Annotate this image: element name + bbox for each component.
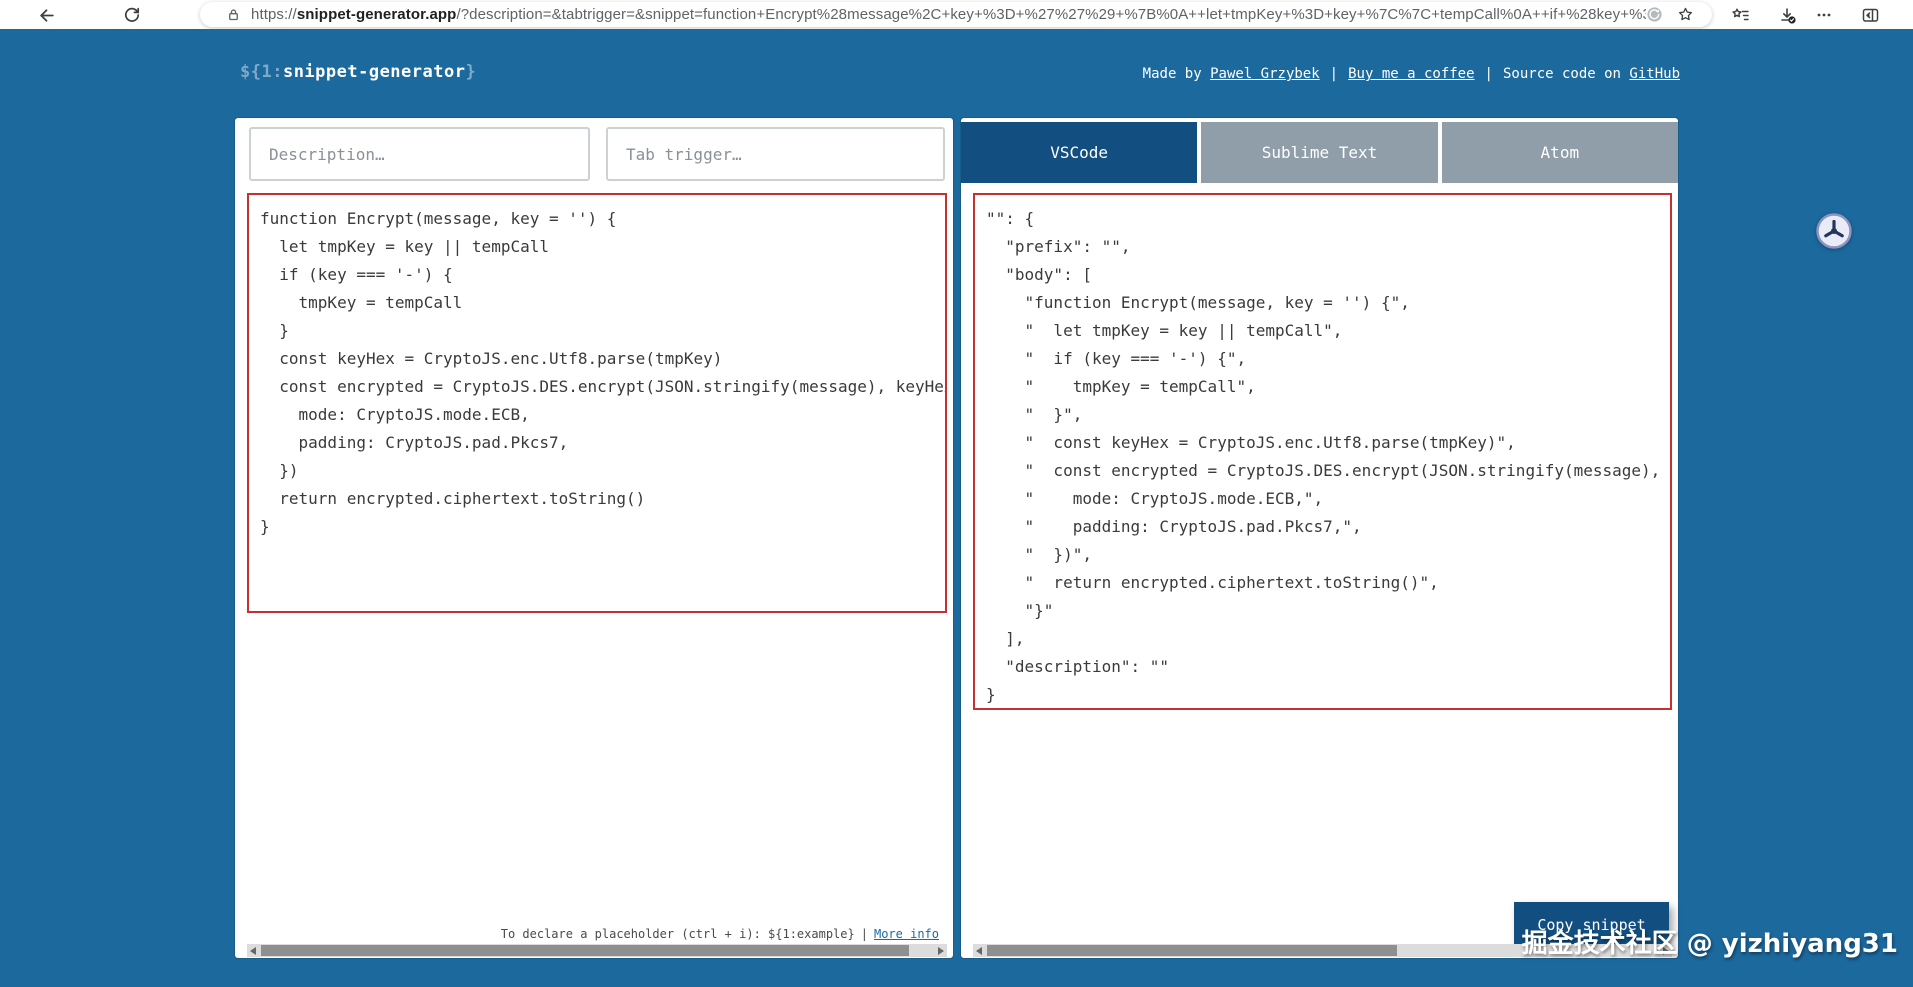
author-link[interactable]: Pawel Grzybek [1210,66,1320,82]
header-links: Made by Pawel Grzybek | Buy me a coffee | So… [1143,66,1680,82]
favorites-bar-icon[interactable] [1728,3,1752,27]
sidebar-icon[interactable] [1858,3,1882,27]
floating-widget-button[interactable] [1815,212,1853,250]
coffee-link[interactable]: Buy me a coffee [1348,66,1474,82]
title-suffix: } [465,62,477,82]
snippet-output-box[interactable]: "": { "prefix": "", "body": [ "function … [973,193,1672,710]
tab-vscode[interactable]: VSCode [961,122,1198,183]
snippet-input-panel: function Encrypt(message, key = '') { le… [235,118,953,958]
horizontal-scrollbar[interactable] [247,944,947,957]
address-bar[interactable]: https://snippet-generator.app/?descripti… [200,2,1712,27]
snippet-output-text: "": { "prefix": "", "body": [ "function … [986,209,1670,704]
page-background: ${1:snippet-generator} Made by Pawel Grz… [0,29,1913,987]
page-title: ${1:snippet-generator} [240,62,476,82]
snippet-code-textarea[interactable]: function Encrypt(message, key = '') { le… [247,193,947,613]
extension-icon[interactable] [1646,6,1663,23]
title-name: snippet-generator [282,62,466,82]
made-by-text: Made by [1142,66,1211,82]
scroll-left-arrow-icon[interactable] [250,947,256,955]
editor-tabs: VSCode Sublime Text Atom [961,122,1678,183]
more-options-icon[interactable] [1812,3,1836,27]
tab-trigger-input[interactable] [606,127,945,181]
more-info-link[interactable]: More info [874,927,939,941]
scroll-left-arrow-icon[interactable] [976,947,982,955]
separator: | [1484,66,1493,82]
scrollbar-thumb[interactable] [987,945,1397,956]
scrollbar-thumb[interactable] [261,945,909,956]
separator: | [860,927,868,941]
scroll-right-arrow-icon[interactable] [938,947,944,955]
description-input[interactable] [249,127,590,181]
browser-window: https://snippet-generator.app/?descripti… [0,0,1913,987]
snippet-code-text: function Encrypt(message, key = '') { le… [260,209,945,536]
hint-text: To declare a placeholder (ctrl + i): ${1… [500,927,855,941]
tab-sublime-text[interactable]: Sublime Text [1201,122,1438,183]
snippet-output-panel: VSCode Sublime Text Atom "": { "prefix":… [961,118,1678,958]
url-text: https://snippet-generator.app/?descripti… [251,6,1646,23]
source-text: Source code on [1502,66,1630,82]
title-prefix: ${1: [240,62,283,82]
github-link[interactable]: GitHub [1629,66,1680,82]
watermark: 掘金技术社区 @ yizhiyang31 [1521,929,1898,959]
back-icon[interactable] [34,3,58,27]
download-icon[interactable] [1775,3,1799,27]
separator: | [1329,66,1339,82]
placeholder-hint: To declare a placeholder (ctrl + i): ${1… [501,927,939,941]
lock-icon[interactable] [226,7,241,22]
tab-atom[interactable]: Atom [1441,122,1678,183]
favorite-star-icon[interactable] [1677,6,1694,23]
browser-toolbar: https://snippet-generator.app/?descripti… [0,0,1913,29]
refresh-icon[interactable] [120,3,144,27]
